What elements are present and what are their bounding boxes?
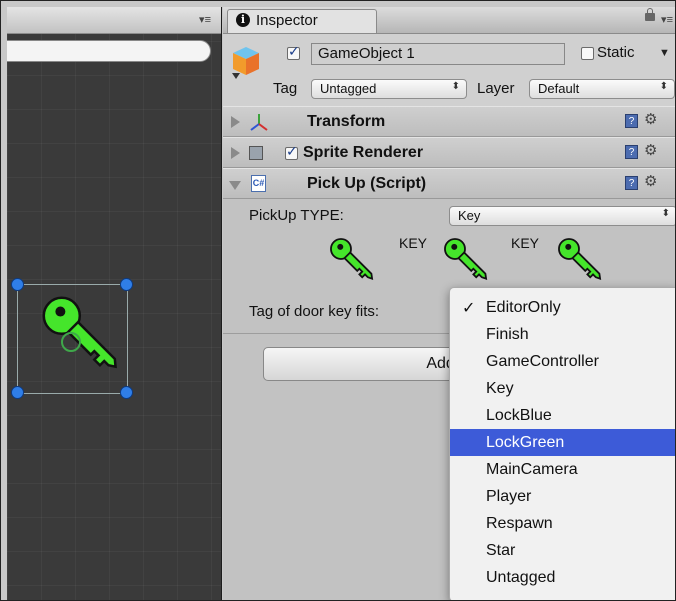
- updown-arrow-icon: ⬍: [659, 81, 668, 92]
- help-icon[interactable]: ?: [625, 114, 638, 128]
- scene-search-input[interactable]: [7, 40, 211, 62]
- dropdown-option[interactable]: Finish: [450, 321, 675, 348]
- tag-dropdown[interactable]: Untagged ⬍: [311, 79, 467, 99]
- sprite-renderer-icon: [249, 146, 263, 160]
- dropdown-option-label: LockGreen: [486, 434, 565, 451]
- static-dropdown-arrow-icon[interactable]: ▼: [659, 47, 670, 59]
- gear-icon[interactable]: ⚙: [644, 141, 657, 159]
- component-title: Pick Up (Script): [307, 175, 427, 192]
- fold-arrow-icon[interactable]: [231, 116, 240, 128]
- dropdown-option[interactable]: Untagged: [450, 564, 675, 591]
- dropdown-option-label: Respawn: [486, 515, 553, 532]
- checkmark-icon: ✓: [462, 298, 476, 317]
- key-label: KEY: [399, 235, 428, 251]
- dropdown-option[interactable]: MainCamera: [450, 456, 675, 483]
- dropdown-option[interactable]: GameController: [450, 348, 675, 375]
- unity-editor-window: ▾≡ i Inspector ▾≡ ✓ GameObject 1 Static …: [0, 0, 676, 601]
- rect-handle-bottom-right[interactable]: [120, 386, 133, 399]
- static-checkbox[interactable]: [581, 47, 594, 60]
- tag-label: Tag: [273, 80, 298, 97]
- door-tag-label: Tag of door key fits:: [249, 303, 380, 320]
- gear-icon[interactable]: ⚙: [644, 172, 657, 190]
- tag-value: Untagged: [320, 81, 377, 96]
- dropdown-option[interactable]: LockBlue: [450, 402, 675, 429]
- active-checkbox[interactable]: [287, 44, 300, 60]
- csharp-script-icon: C#: [251, 175, 266, 192]
- pivot-handle[interactable]: [61, 332, 81, 352]
- dropdown-option[interactable]: LockGreen: [450, 429, 675, 456]
- updown-arrow-icon: ⬍: [661, 208, 670, 219]
- fold-arrow-icon[interactable]: [231, 147, 240, 159]
- lock-icon[interactable]: [645, 8, 655, 21]
- dropdown-option[interactable]: Key: [450, 375, 675, 402]
- dropdown-option[interactable]: Player: [450, 483, 675, 510]
- dropdown-option-label: Star: [486, 542, 516, 559]
- component-title: Transform: [307, 113, 386, 130]
- dropdown-option-label: MainCamera: [486, 461, 578, 478]
- pickup-type-dropdown[interactable]: Key ⬍: [449, 206, 675, 226]
- key-icon: [444, 238, 488, 280]
- static-label: Static: [597, 44, 635, 61]
- panel-menu-icon[interactable]: ▾≡: [661, 13, 673, 26]
- scene-toolbar: ▾≡: [7, 7, 221, 34]
- key-label: KEY: [511, 235, 540, 251]
- dropdown-option[interactable]: Star: [450, 537, 675, 564]
- tab-label: Inspector: [256, 12, 318, 29]
- dropdown-option-label: Key: [486, 380, 514, 397]
- key-previews: KEY KEY: [223, 231, 675, 291]
- transform-axes-icon: [250, 114, 268, 131]
- scene-view[interactable]: ▾≡: [7, 7, 222, 600]
- component-pickup-script[interactable]: C# Pick Up (Script) ? ⚙: [223, 168, 675, 199]
- dropdown-option-label: Untagged: [486, 569, 556, 586]
- tab-inspector[interactable]: i Inspector: [227, 9, 377, 33]
- info-icon: i: [236, 13, 250, 27]
- panel-menu-icon[interactable]: ▾≡: [199, 13, 211, 26]
- rect-handle-top-right[interactable]: [120, 278, 133, 291]
- key-sprite[interactable]: [35, 291, 131, 383]
- dropdown-option-label: EditorOnly: [486, 299, 561, 316]
- gameobject-cube-icon: [232, 47, 259, 79]
- sprite-renderer-enabled-checkbox[interactable]: [285, 144, 298, 160]
- dropdown-option-label: Player: [486, 488, 532, 505]
- door-tag-dropdown-list[interactable]: ✓ EditorOnly Finish GameController Key LockBl…: [449, 287, 675, 600]
- help-icon[interactable]: ?: [625, 145, 638, 159]
- component-title: Sprite Renderer: [303, 144, 424, 161]
- help-icon[interactable]: ?: [625, 176, 638, 190]
- dropdown-option-label: GameController: [486, 353, 599, 370]
- pickup-type-label: PickUp TYPE:: [249, 207, 344, 224]
- layer-value: Default: [538, 81, 580, 96]
- gameobject-name-field[interactable]: GameObject 1: [311, 43, 565, 65]
- component-transform[interactable]: Transform ? ⚙: [223, 106, 675, 137]
- fold-arrow-open-icon[interactable]: [229, 181, 241, 190]
- rect-handle-top-left[interactable]: [11, 278, 24, 291]
- pickup-type-value: Key: [458, 208, 481, 223]
- dropdown-option-label: Finish: [486, 326, 529, 343]
- rect-handle-bottom-left[interactable]: [11, 386, 24, 399]
- gameobject-header: GameObject 1 Static ▼ Tag Untagged ⬍ Lay…: [223, 34, 675, 107]
- dropdown-option[interactable]: Respawn: [450, 510, 675, 537]
- dropdown-option[interactable]: ✓ EditorOnly: [450, 294, 675, 321]
- key-icon: [330, 238, 374, 280]
- inspector-tabbar: i Inspector ▾≡: [223, 7, 675, 34]
- layer-dropdown[interactable]: Default ⬍: [529, 79, 675, 99]
- gear-icon[interactable]: ⚙: [644, 110, 657, 128]
- component-sprite-renderer[interactable]: Sprite Renderer ? ⚙: [223, 137, 675, 168]
- updown-arrow-icon: ⬍: [451, 81, 460, 92]
- dropdown-option-label: LockBlue: [486, 407, 552, 424]
- layer-label: Layer: [477, 80, 515, 97]
- key-icon: [558, 238, 602, 280]
